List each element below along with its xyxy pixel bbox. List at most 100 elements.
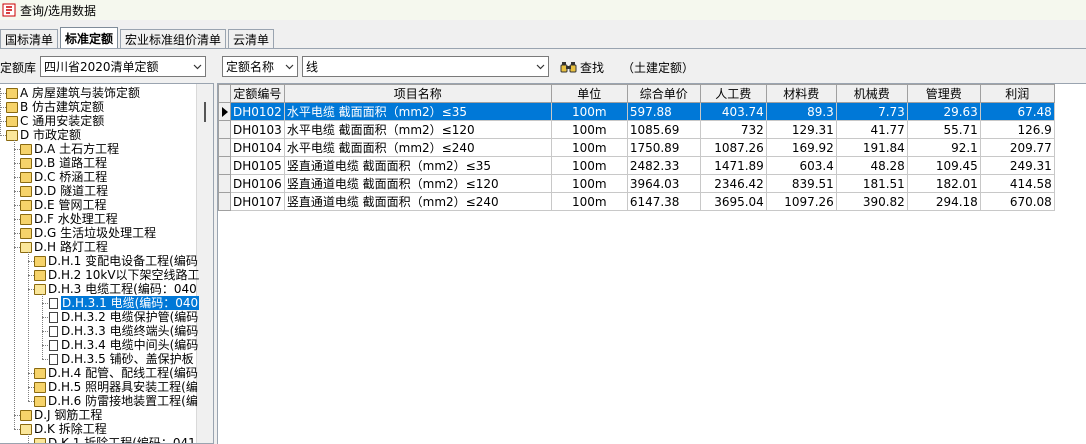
cell-machine-cost[interactable]: 7.73 bbox=[835, 102, 908, 121]
row-indicator[interactable] bbox=[218, 120, 231, 139]
tree-node-dh1-substation[interactable]: D.H.1 变配电设备工程(编码 bbox=[34, 254, 198, 268]
cell-material-cost[interactable]: 129.31 bbox=[765, 120, 837, 139]
tab-hongye-pricing-list[interactable]: 宏业标准组价清单 bbox=[120, 29, 227, 49]
tree-node-pipe-network[interactable]: D.E 管网工程 bbox=[20, 198, 106, 212]
row-indicator[interactable] bbox=[218, 192, 231, 211]
cell-unit-price[interactable]: 597.88 bbox=[626, 102, 701, 121]
cell-material-cost[interactable]: 603.4 bbox=[765, 156, 837, 175]
cell-labor-cost[interactable]: 2346.42 bbox=[699, 174, 767, 193]
cell-management-fee[interactable]: 55.71 bbox=[906, 120, 981, 139]
tree-node-dh5-lighting[interactable]: D.H.5 照明器具安装工程(编 bbox=[34, 380, 198, 394]
cell-unit-price[interactable]: 1085.69 bbox=[626, 120, 701, 139]
cell-management-fee[interactable]: 29.63 bbox=[906, 102, 981, 121]
table-row[interactable]: DH0106 竖直通道电缆 截面面积（mm2）≤120 100m 3964.03 234… bbox=[218, 174, 1055, 193]
cell-name[interactable]: 竖直通道电缆 截面面积（mm2）≤35 bbox=[283, 156, 552, 175]
search-input[interactable]: 线 bbox=[302, 56, 549, 77]
cell-management-fee[interactable]: 294.18 bbox=[906, 192, 981, 211]
cell-labor-cost[interactable]: 1087.26 bbox=[699, 138, 767, 157]
row-indicator[interactable] bbox=[218, 156, 231, 175]
cell-management-fee[interactable]: 92.1 bbox=[906, 138, 981, 157]
tree-node-dj-rebar[interactable]: D.J 钢筋工程 bbox=[20, 408, 102, 422]
table-row[interactable]: DH0104 水平电缆 截面面积（mm2）≤240 100m 1750.89 1087.… bbox=[218, 138, 1055, 157]
cell-labor-cost[interactable]: 3695.04 bbox=[699, 192, 767, 211]
tree-node-general-install[interactable]: C 通用安装定额 bbox=[6, 114, 104, 128]
cell-code[interactable]: DH0102 bbox=[230, 102, 285, 121]
cell-machine-cost[interactable]: 191.84 bbox=[835, 138, 908, 157]
cell-management-fee[interactable]: 182.01 bbox=[906, 174, 981, 193]
tree-node-bridge[interactable]: D.C 桥涵工程 bbox=[20, 170, 107, 184]
tree-node-dk1-demolition[interactable]: D.K.1 拆除工程(编码：041 bbox=[34, 436, 196, 443]
tree-node-earthwork[interactable]: D.A 土石方工程 bbox=[20, 142, 119, 156]
chevron-down-icon[interactable] bbox=[189, 57, 205, 76]
cell-unit[interactable]: 100m bbox=[550, 120, 628, 139]
column-header-name[interactable]: 项目名称 bbox=[283, 84, 552, 103]
tree-node-dh34-cable-joint[interactable]: D.H.3.4 电缆中间头(编码 bbox=[48, 338, 198, 352]
cell-name[interactable]: 竖直通道电缆 截面面积（mm2）≤120 bbox=[283, 174, 552, 193]
chevron-down-icon[interactable] bbox=[532, 57, 548, 76]
cell-profit[interactable]: 209.77 bbox=[979, 138, 1055, 157]
column-header-unit-price[interactable]: 综合单价 bbox=[626, 84, 701, 103]
table-row[interactable]: DH0103 水平电缆 截面面积（mm2）≤120 100m 1085.69 732 12… bbox=[218, 120, 1055, 139]
cell-material-cost[interactable]: 1097.26 bbox=[765, 192, 837, 211]
chevron-down-icon[interactable] bbox=[281, 57, 297, 76]
tree-node-dh35-sand-cover[interactable]: D.H.3.5 铺砂、盖保护板 bbox=[48, 352, 194, 366]
tree-node-street-lamp[interactable]: D.H 路灯工程 bbox=[20, 240, 108, 254]
cell-profit[interactable]: 670.08 bbox=[979, 192, 1055, 211]
cell-material-cost[interactable]: 169.92 bbox=[765, 138, 837, 157]
search-field-select[interactable]: 定额名称 bbox=[222, 56, 298, 77]
column-header-machine-cost[interactable]: 机械费 bbox=[835, 84, 908, 103]
library-select[interactable]: 四川省2020清单定额 bbox=[40, 56, 206, 77]
tree-node-dh4-conduit-wiring[interactable]: D.H.4 配管、配线工程(编码 bbox=[34, 366, 198, 380]
row-indicator[interactable] bbox=[218, 102, 231, 121]
tab-cloud-list[interactable]: 云清单 bbox=[228, 29, 275, 49]
tree-node-dh6-lightning-grounding[interactable]: D.H.6 防雷接地装置工程(编 bbox=[34, 394, 198, 408]
cell-code[interactable]: DH0105 bbox=[230, 156, 285, 175]
cell-profit[interactable]: 414.58 bbox=[979, 174, 1055, 193]
cell-code[interactable]: DH0107 bbox=[230, 192, 285, 211]
tab-standard-quota[interactable]: 标准定额 bbox=[60, 27, 119, 49]
column-header-labor-cost[interactable]: 人工费 bbox=[699, 84, 767, 103]
cell-code[interactable]: DH0103 bbox=[230, 120, 285, 139]
cell-unit[interactable]: 100m bbox=[550, 138, 628, 157]
cell-machine-cost[interactable]: 48.28 bbox=[835, 156, 908, 175]
column-header-profit[interactable]: 利润 bbox=[979, 84, 1055, 103]
table-row[interactable]: DH0107 竖直通道电缆 截面面积（mm2）≤240 100m 6147.38 369… bbox=[218, 192, 1055, 211]
table-row[interactable]: DH0105 竖直通道电缆 截面面积（mm2）≤35 100m 2482.33 1471… bbox=[218, 156, 1055, 175]
tree-node-municipal[interactable]: D 市政定额 bbox=[6, 128, 81, 142]
tree-node-dk-demolition[interactable]: D.K 拆除工程 bbox=[20, 422, 107, 436]
tree-node-water-treatment[interactable]: D.F 水处理工程 bbox=[20, 212, 118, 226]
cell-profit[interactable]: 67.48 bbox=[979, 102, 1055, 121]
tree-node-dh33-cable-terminal[interactable]: D.H.3.3 电缆终端头(编码 bbox=[48, 324, 198, 338]
tree-node-dh3-cable[interactable]: D.H.3 电缆工程(编码：040 bbox=[34, 282, 197, 296]
cell-name[interactable]: 水平电缆 截面面积（mm2）≤35 bbox=[283, 102, 552, 121]
cell-code[interactable]: DH0106 bbox=[230, 174, 285, 193]
column-header-code[interactable]: 定额编号 bbox=[230, 84, 285, 103]
cell-name[interactable]: 竖直通道电缆 截面面积（mm2）≤240 bbox=[283, 192, 552, 211]
cell-unit-price[interactable]: 6147.38 bbox=[626, 192, 701, 211]
column-header-unit[interactable]: 单位 bbox=[550, 84, 628, 103]
find-button[interactable]: 查找 bbox=[560, 57, 604, 77]
cell-material-cost[interactable]: 89.3 bbox=[765, 102, 837, 121]
tree-node-road[interactable]: D.B 道路工程 bbox=[20, 156, 107, 170]
tree-node-garbage-treatment[interactable]: D.G 生活垃圾处理工程 bbox=[20, 226, 156, 240]
cell-unit[interactable]: 100m bbox=[550, 192, 628, 211]
cell-name[interactable]: 水平电缆 截面面积（mm2）≤240 bbox=[283, 138, 552, 157]
table-row[interactable]: DH0102 水平电缆 截面面积（mm2）≤35 100m 597.88 403.74 8… bbox=[218, 102, 1055, 121]
cell-labor-cost[interactable]: 1471.89 bbox=[699, 156, 767, 175]
cell-profit[interactable]: 249.31 bbox=[979, 156, 1055, 175]
column-header-material-cost[interactable]: 材料费 bbox=[765, 84, 837, 103]
cell-unit[interactable]: 100m bbox=[550, 174, 628, 193]
tree-node-dh32-cable-conduit[interactable]: D.H.3.2 电缆保护管(编码 bbox=[48, 310, 198, 324]
cell-machine-cost[interactable]: 181.51 bbox=[835, 174, 908, 193]
cell-material-cost[interactable]: 839.51 bbox=[765, 174, 837, 193]
cell-labor-cost[interactable]: 403.74 bbox=[699, 102, 767, 121]
cell-name[interactable]: 水平电缆 截面面积（mm2）≤120 bbox=[283, 120, 552, 139]
cell-labor-cost[interactable]: 732 bbox=[699, 120, 767, 139]
tree-node-antique-building[interactable]: B 仿古建筑定额 bbox=[6, 100, 104, 114]
cell-unit[interactable]: 100m bbox=[550, 156, 628, 175]
cell-machine-cost[interactable]: 390.82 bbox=[835, 192, 908, 211]
tree-node-dh31-cable[interactable]: D.H.3.1 电缆(编码：040 bbox=[48, 296, 200, 310]
row-indicator[interactable] bbox=[218, 174, 231, 193]
tree-node-tunnel[interactable]: D.D 隧道工程 bbox=[20, 184, 108, 198]
cell-unit-price[interactable]: 3964.03 bbox=[626, 174, 701, 193]
